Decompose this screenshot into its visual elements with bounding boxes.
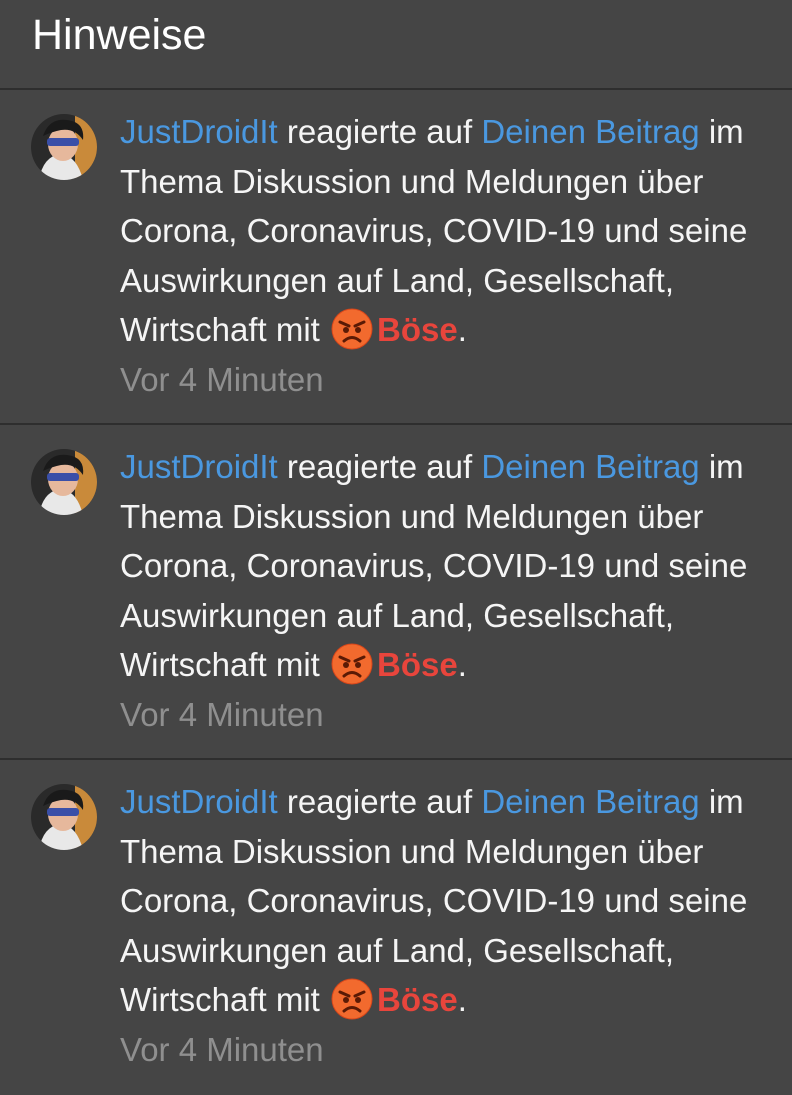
post-link[interactable]: Deinen Beitrag bbox=[481, 783, 699, 820]
end-punctuation: . bbox=[457, 311, 467, 348]
action-text: reagierte auf bbox=[277, 448, 482, 485]
timestamp: Vor 4 Minuten bbox=[120, 360, 324, 398]
user-link[interactable]: JustDroidIt bbox=[120, 448, 278, 485]
user-link[interactable]: JustDroidIt bbox=[120, 113, 278, 150]
avatar[interactable] bbox=[31, 449, 97, 515]
post-link[interactable]: Deinen Beitrag bbox=[481, 448, 699, 485]
reaction-label: Böse bbox=[377, 646, 458, 683]
notification-list: JustDroidIt reagierte auf Deinen Beitrag… bbox=[0, 90, 792, 1095]
notification-text: JustDroidIt reagierte auf Deinen Beitrag… bbox=[120, 107, 780, 404]
avatar[interactable] bbox=[31, 784, 97, 850]
notification-text: JustDroidIt reagierte auf Deinen Beitrag… bbox=[120, 777, 780, 1074]
end-punctuation: . bbox=[457, 981, 467, 1018]
reaction-label: Böse bbox=[377, 311, 458, 348]
angry-face-icon bbox=[331, 978, 373, 1020]
action-text: reagierte auf bbox=[277, 783, 482, 820]
page-title: Hinweise bbox=[32, 11, 207, 59]
notification-text: JustDroidIt reagierte auf Deinen Beitrag… bbox=[120, 442, 780, 739]
timestamp: Vor 4 Minuten bbox=[120, 695, 324, 733]
post-link[interactable]: Deinen Beitrag bbox=[481, 113, 699, 150]
user-link[interactable]: JustDroidIt bbox=[120, 783, 278, 820]
action-text: reagierte auf bbox=[277, 113, 482, 150]
angry-face-icon bbox=[331, 308, 373, 350]
notifications-header: Hinweise bbox=[0, 0, 792, 90]
notification-item[interactable]: JustDroidIt reagierte auf Deinen Beitrag… bbox=[0, 90, 792, 425]
reaction-label: Böse bbox=[377, 981, 458, 1018]
end-punctuation: . bbox=[457, 646, 467, 683]
notification-item[interactable]: JustDroidIt reagierte auf Deinen Beitrag… bbox=[0, 760, 792, 1095]
notification-item[interactable]: JustDroidIt reagierte auf Deinen Beitrag… bbox=[0, 425, 792, 760]
timestamp: Vor 4 Minuten bbox=[120, 1030, 324, 1068]
avatar[interactable] bbox=[31, 114, 97, 180]
angry-face-icon bbox=[331, 643, 373, 685]
